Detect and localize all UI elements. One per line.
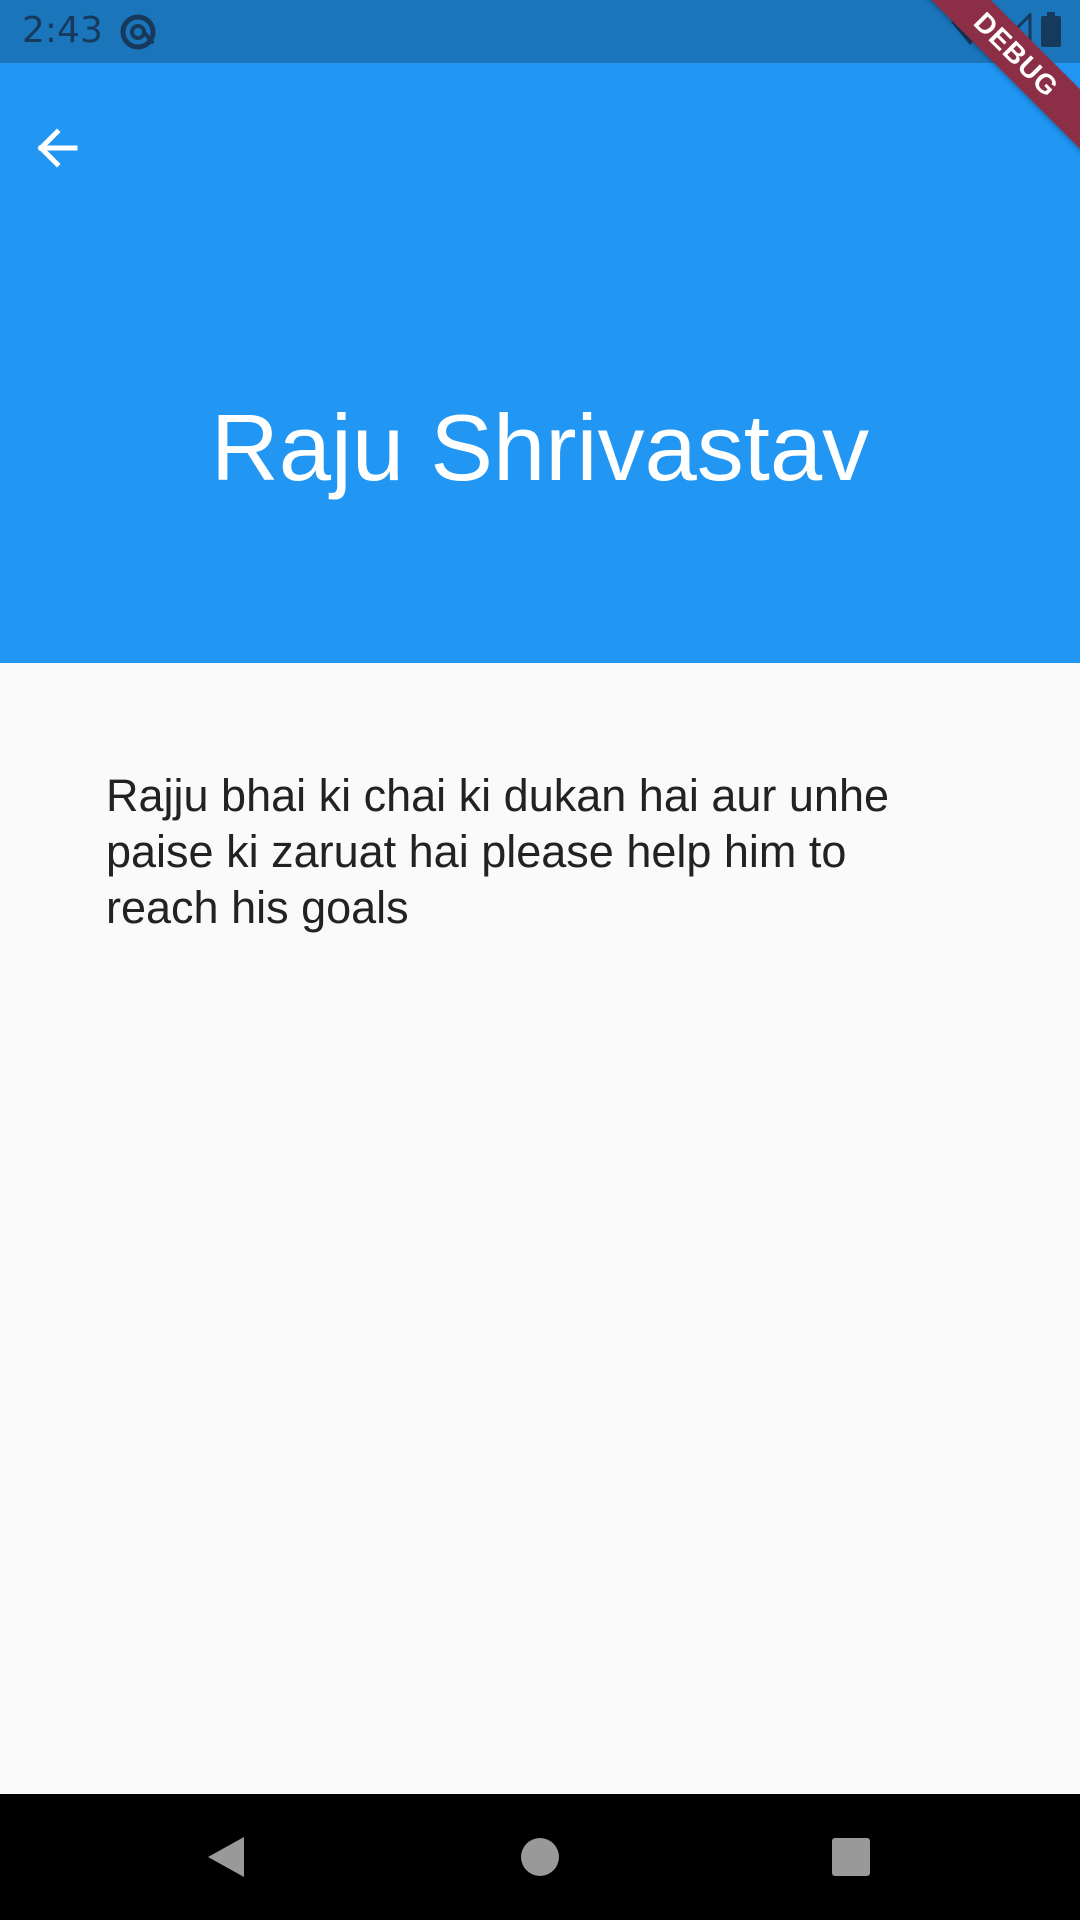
status-bar: 2:43 [0,0,1080,63]
home-circle-icon [519,1836,561,1883]
back-button[interactable] [22,115,92,185]
at-sign-icon [118,12,158,52]
page-title: Raju Shrivastav [210,395,870,500]
nav-home-button[interactable] [510,1829,570,1889]
back-triangle-icon [204,1833,248,1886]
recents-square-icon [830,1836,872,1883]
navigation-bar [0,1794,1080,1920]
app-bar: Raju Shrivastav [0,63,1080,663]
arrow-back-icon [33,124,81,177]
status-time: 2:43 [22,10,103,51]
description-text: Rajju bhai ki chai ki dukan hai aur unhe… [106,770,889,933]
battery-icon [1040,11,1062,53]
nav-back-button[interactable] [196,1829,256,1889]
screen: 2:43 DEBUG Raju Shrivastav Rajju bhai ki… [0,0,1080,1920]
nav-recents-button[interactable] [821,1829,881,1889]
